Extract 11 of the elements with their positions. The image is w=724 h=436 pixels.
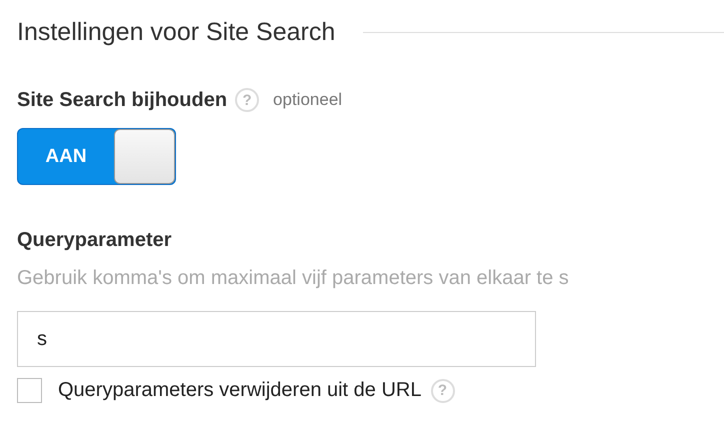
toggle-switch[interactable]: AAN bbox=[17, 128, 176, 185]
optional-note: optioneel bbox=[273, 90, 342, 110]
input-field[interactable]: s bbox=[17, 311, 536, 367]
field-label: Site Search bijhouden bbox=[17, 88, 228, 112]
hint-text: Gebruik komma's om maximaal vijf parameters van elkaar te s bbox=[17, 267, 570, 290]
field-label: Queryparameter bbox=[17, 229, 173, 252]
section-title: Instellingen voor Site Search bbox=[17, 18, 336, 47]
help-icon[interactable]: ? bbox=[235, 88, 260, 112]
help-icon[interactable]: ? bbox=[430, 378, 454, 402]
checkbox-label: Queryparameters verwijderen uit de URL bbox=[58, 379, 422, 402]
checkbox[interactable] bbox=[17, 378, 42, 403]
